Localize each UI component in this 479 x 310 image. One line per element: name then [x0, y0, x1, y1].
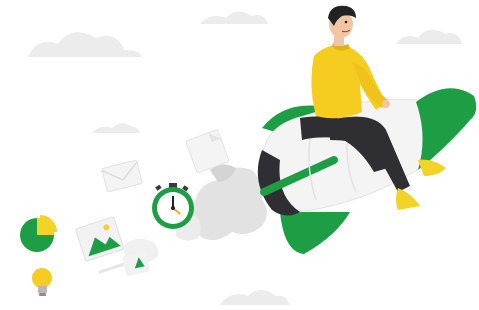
envelope-icon: [101, 159, 143, 193]
cloud-icon: [396, 29, 462, 44]
cloud-icon: [28, 32, 142, 57]
stopwatch-icon: [152, 183, 194, 229]
pie-chart-icon: [20, 215, 57, 252]
rocket-icon: [257, 88, 477, 254]
smoke-trail: [123, 164, 267, 264]
cloud-icon: [200, 11, 268, 24]
rocket-launch-illustration: [0, 0, 479, 310]
image-icon: [75, 216, 124, 262]
cloud-icon: [220, 290, 290, 305]
cloud-icon: [92, 123, 140, 133]
lightbulb-icon: [32, 268, 52, 296]
